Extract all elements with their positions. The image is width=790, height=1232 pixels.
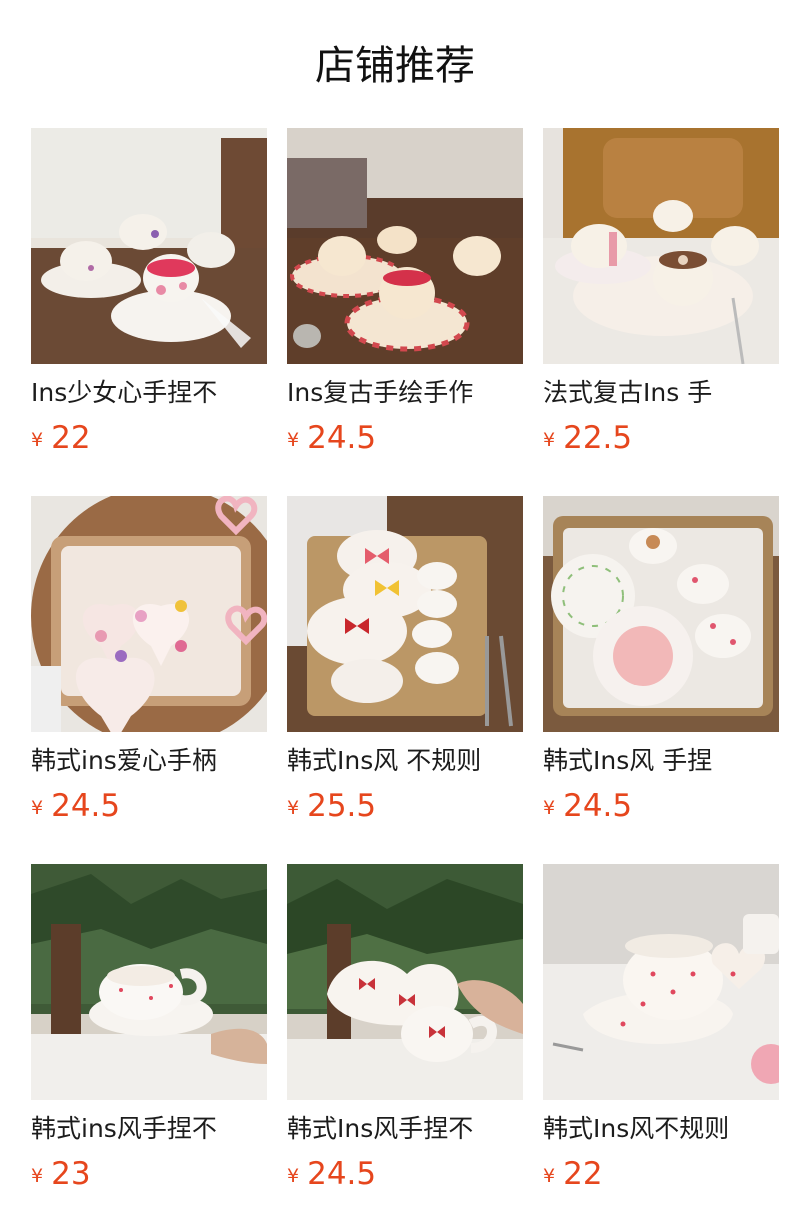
price-amount: 22.5 <box>563 420 633 456</box>
product-image[interactable] <box>287 128 523 364</box>
product-card[interactable]: Ins复古手绘手作 ¥24.5 <box>287 128 523 456</box>
product-image[interactable] <box>31 128 267 364</box>
product-image[interactable] <box>543 864 779 1100</box>
product-name[interactable]: 韩式ins爱心手柄 <box>31 744 271 778</box>
currency-symbol: ¥ <box>543 429 556 451</box>
product-price: ¥25.5 <box>287 788 376 824</box>
price-amount: 24.5 <box>307 1156 377 1192</box>
price-amount: 22 <box>51 420 91 456</box>
price-amount: 22 <box>563 1156 603 1192</box>
product-price: ¥24.5 <box>31 788 120 824</box>
product-name[interactable]: 韩式Ins风不规则 <box>543 1112 783 1146</box>
product-image[interactable] <box>287 864 523 1100</box>
price-amount: 25.5 <box>307 788 377 824</box>
currency-symbol: ¥ <box>31 429 44 451</box>
product-image[interactable] <box>31 496 267 732</box>
product-name[interactable]: Ins少女心手捏不 <box>31 376 271 410</box>
currency-symbol: ¥ <box>31 797 44 819</box>
product-card[interactable]: 韩式ins爱心手柄 ¥24.5 <box>31 496 267 824</box>
product-price: ¥23 <box>31 1156 91 1192</box>
price-amount: 24.5 <box>307 420 377 456</box>
product-card[interactable]: Ins少女心手捏不 ¥22 <box>31 128 267 456</box>
currency-symbol: ¥ <box>543 797 556 819</box>
section-title: 店铺推荐 <box>315 43 475 89</box>
product-price: ¥24.5 <box>287 1156 376 1192</box>
currency-symbol: ¥ <box>543 1165 556 1187</box>
product-card[interactable]: 韩式ins风手捏不 ¥23 <box>31 864 267 1192</box>
product-image[interactable] <box>543 496 779 732</box>
product-price: ¥22.5 <box>543 420 632 456</box>
product-price: ¥24.5 <box>543 788 632 824</box>
product-card[interactable]: 韩式Ins风 手捏 ¥24.5 <box>543 496 779 824</box>
currency-symbol: ¥ <box>287 797 300 819</box>
product-name[interactable]: 法式复古Ins 手 <box>543 376 783 410</box>
product-image[interactable] <box>543 128 779 364</box>
product-image[interactable] <box>287 496 523 732</box>
product-card[interactable]: 韩式Ins风不规则 ¥22 <box>543 864 779 1192</box>
product-grid: Ins少女心手捏不 ¥22 Ins复古手绘手作 ¥ 24.5 法式复古Ins 手… <box>31 128 779 1192</box>
currency-symbol: ¥ <box>31 1165 44 1187</box>
product-name[interactable]: 韩式Ins风 不规则 <box>287 744 527 778</box>
store-recommendations-page: 店铺推荐 Ins少女心手捏不 ¥ 22 Ins复古手绘手作 ¥ 24.5 法式复… <box>0 0 790 1232</box>
price-amount: 24.5 <box>563 788 633 824</box>
product-name[interactable]: 韩式ins风手捏不 <box>31 1112 271 1146</box>
currency-symbol: ¥ <box>287 1165 300 1187</box>
product-image[interactable] <box>31 864 267 1100</box>
currency-symbol: ¥ <box>287 429 300 451</box>
product-card[interactable]: 法式复古Ins 手 ¥22.5 <box>543 128 779 456</box>
price-amount: 24.5 <box>51 788 121 824</box>
product-price: ¥22 <box>543 1156 603 1192</box>
price-amount: 23 <box>51 1156 91 1192</box>
product-price: ¥22 <box>31 420 91 456</box>
product-card[interactable]: 韩式Ins风 不规则 ¥25.5 <box>287 496 523 824</box>
product-price: ¥24.5 <box>287 420 376 456</box>
product-name[interactable]: 韩式Ins风手捏不 <box>287 1112 527 1146</box>
product-card[interactable]: 韩式Ins风手捏不 ¥24.5 <box>287 864 523 1192</box>
product-name[interactable]: 韩式Ins风 手捏 <box>543 744 783 778</box>
product-name[interactable]: Ins复古手绘手作 <box>287 376 527 410</box>
